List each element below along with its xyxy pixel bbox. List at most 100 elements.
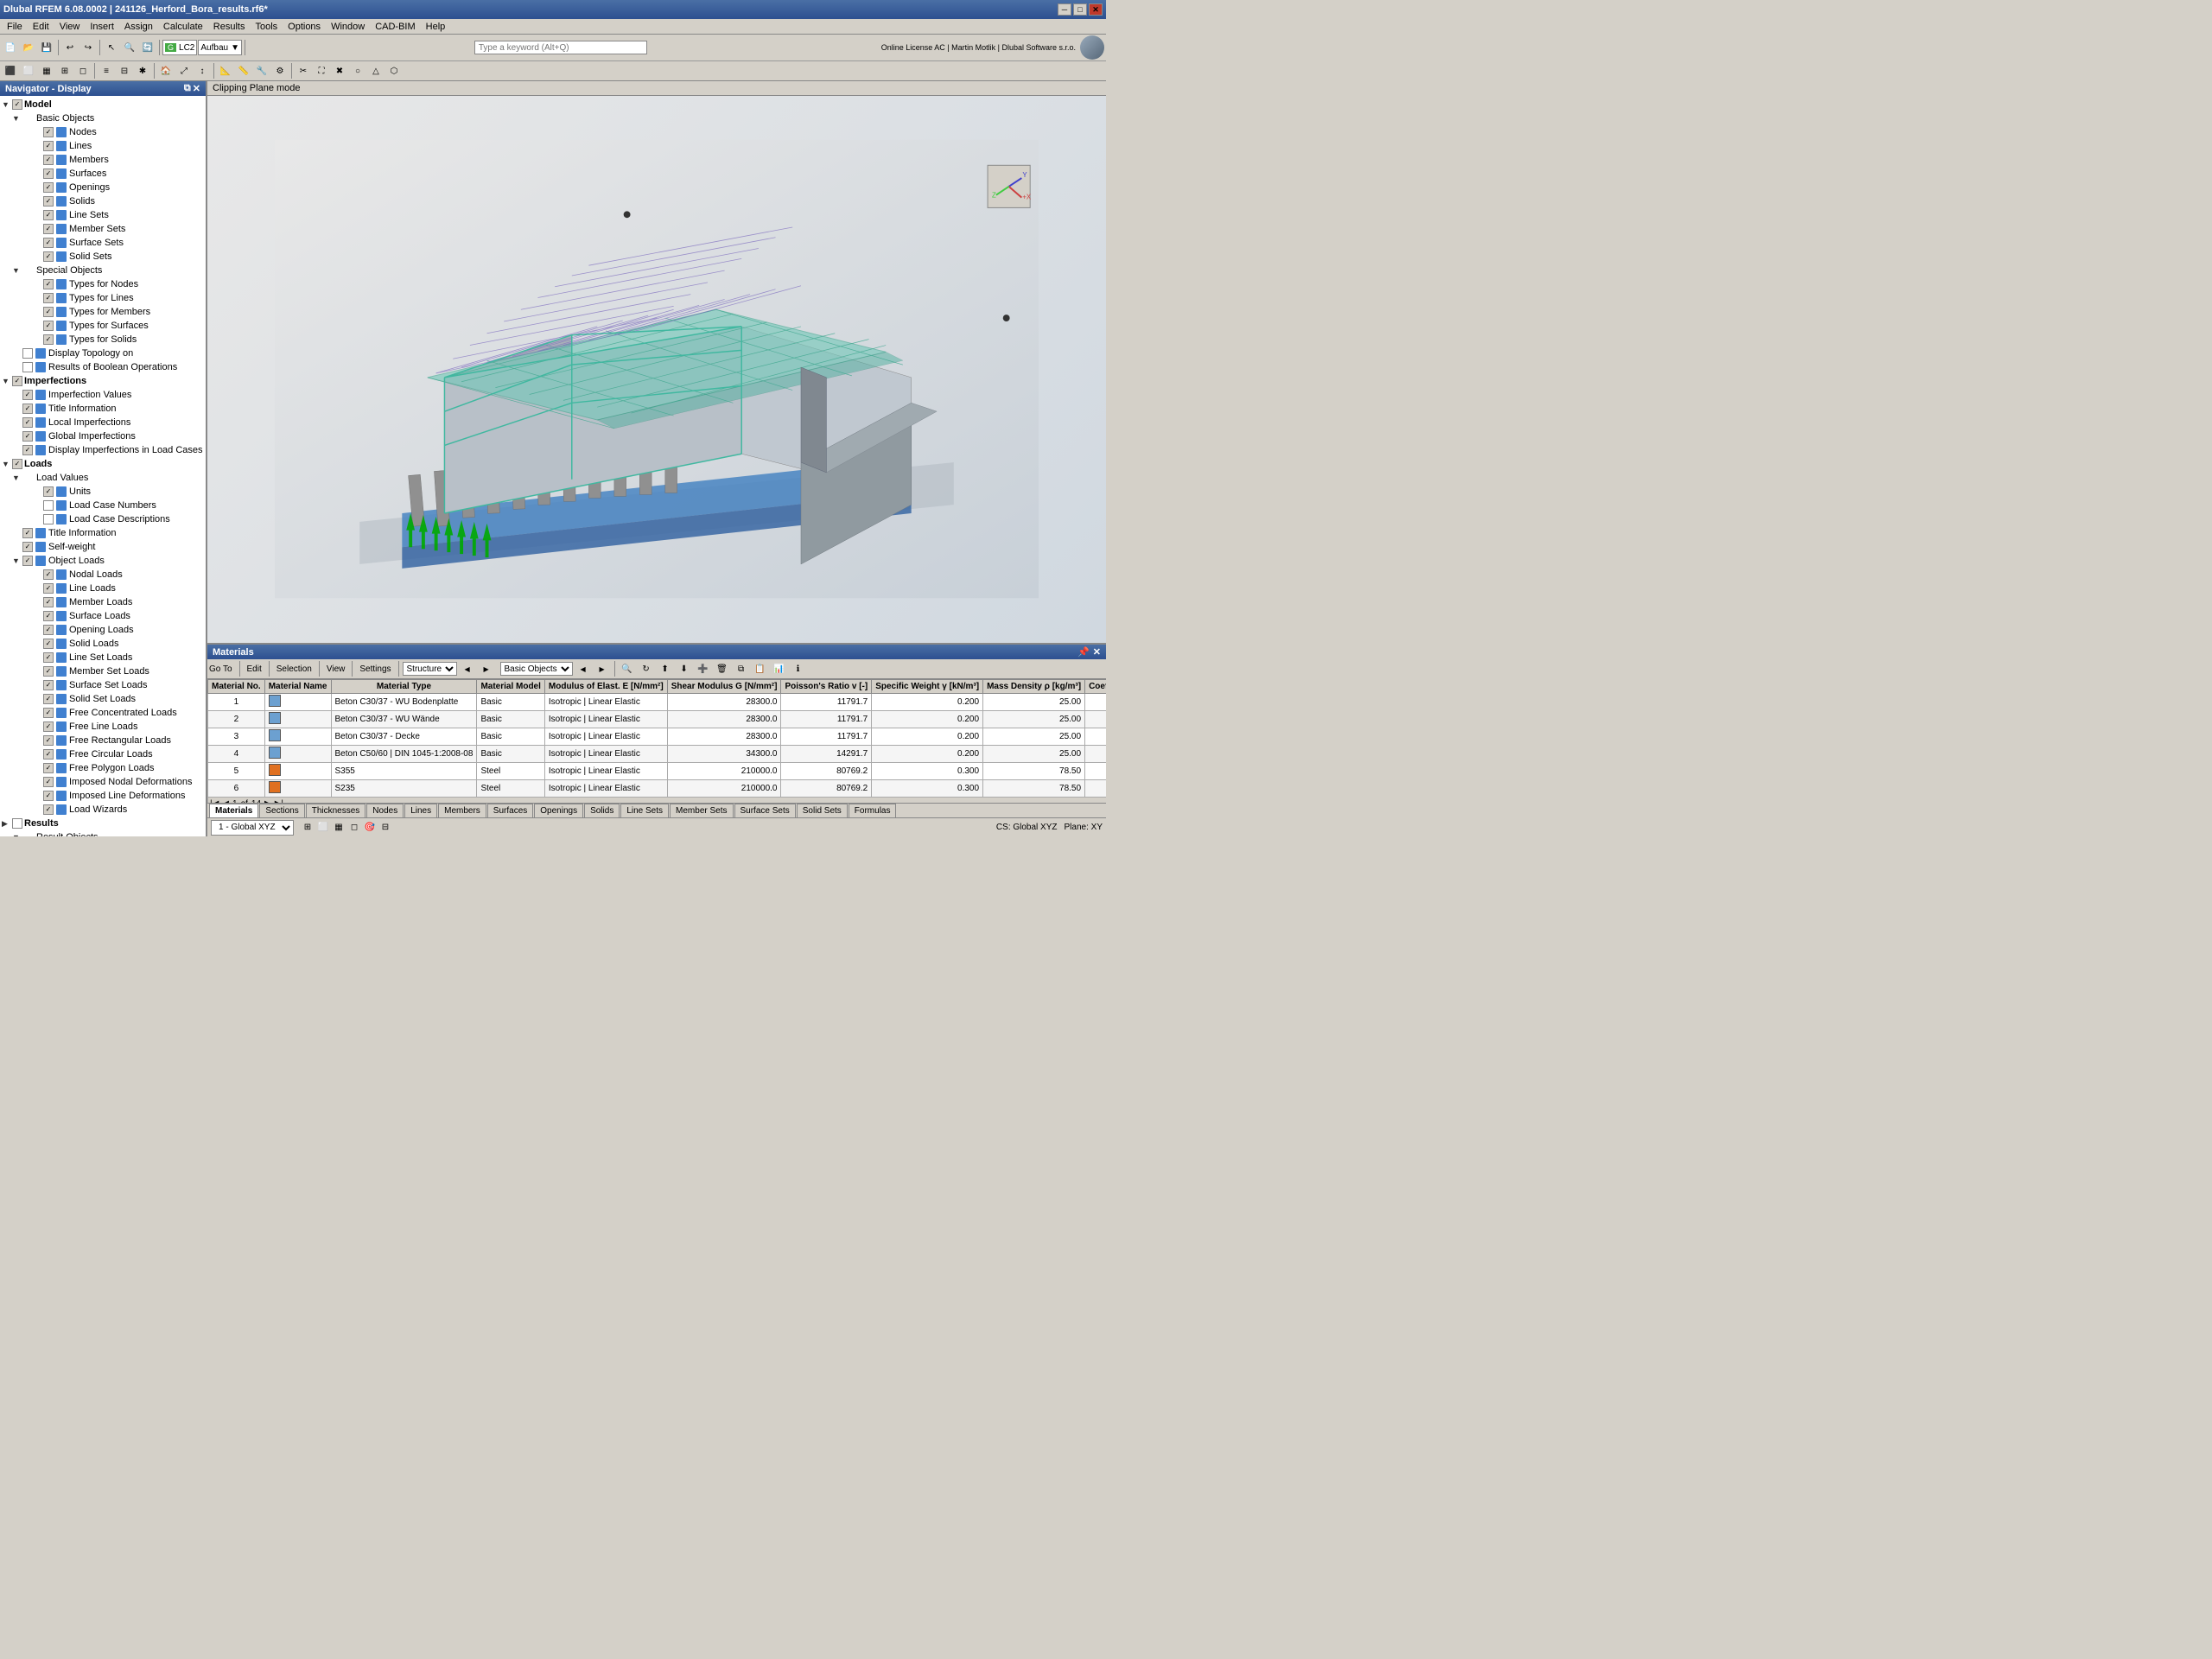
tree-item[interactable]: Types for Solids <box>12 333 204 346</box>
next-btn[interactable]: ▶ <box>478 660 495 677</box>
tab-members[interactable]: Members <box>438 804 486 817</box>
tree-checkbox[interactable] <box>22 362 33 372</box>
tab-formulas[interactable]: Formulas <box>849 804 897 817</box>
tree-checkbox[interactable] <box>22 542 33 552</box>
tb2-15[interactable]: ⚙ <box>271 62 289 79</box>
tab-nodes[interactable]: Nodes <box>366 804 404 817</box>
tree-checkbox[interactable] <box>22 404 33 414</box>
tree-item[interactable]: Line Sets <box>12 208 204 222</box>
tree-checkbox[interactable] <box>43 307 54 317</box>
filter-next-btn[interactable]: ▶ <box>594 660 611 677</box>
tree-checkbox[interactable] <box>43 694 54 704</box>
tree-checkbox[interactable] <box>22 431 33 442</box>
load-case-dropdown[interactable]: G LC2 <box>162 40 197 55</box>
tree-item[interactable]: Types for Surfaces <box>12 319 204 333</box>
menu-item-calculate[interactable]: Calculate <box>158 21 208 33</box>
table-row[interactable]: 3Beton C30/37 - DeckeBasicIsotropic | Li… <box>208 728 1107 746</box>
filter-prev-btn[interactable]: ◀ <box>575 660 592 677</box>
tree-imperfections-header[interactable]: ▼Imperfections <box>2 374 204 388</box>
tree-item[interactable]: ▼Object LoadsNodal LoadsLine LoadsMember… <box>2 554 204 817</box>
coord-system-select[interactable]: 1 - Global XYZ <box>211 820 294 836</box>
tree-checkbox[interactable] <box>43 680 54 690</box>
tree-item[interactable]: Free Concentrated Loads <box>12 706 204 720</box>
tree-item[interactable]: Types for Members <box>12 305 204 319</box>
tree-item[interactable]: Results of Boolean Operations <box>2 360 204 374</box>
settings-btn[interactable]: Settings <box>359 664 391 674</box>
tree-checkbox[interactable] <box>43 735 54 746</box>
tb2-12[interactable]: 📐 <box>217 62 234 79</box>
delete-row-btn[interactable]: 🗑 <box>714 660 731 677</box>
tree-checkbox[interactable] <box>43 500 54 511</box>
tree-item[interactable]: Member Set Loads <box>12 664 204 678</box>
menu-item-options[interactable]: Options <box>283 21 326 33</box>
tree-checkbox[interactable] <box>43 486 54 497</box>
load-group-dropdown[interactable]: Aufbau ▼ <box>198 40 242 55</box>
tree-item[interactable]: ▼Basic ObjectsNodesLinesMembersSurfacesO… <box>2 111 204 264</box>
tree-item[interactable]: Free Rectangular Loads <box>12 734 204 747</box>
tree-checkbox[interactable] <box>43 569 54 580</box>
status-icon6[interactable]: ⊟ <box>378 821 392 835</box>
tab-solids[interactable]: Solids <box>584 804 620 817</box>
tree-item[interactable]: Types for Nodes <box>12 277 204 291</box>
tree-checkbox[interactable] <box>43 238 54 248</box>
zoom-btn[interactable]: 🔍 <box>121 39 138 56</box>
tb2-5[interactable]: ◻ <box>74 62 92 79</box>
tab-openings[interactable]: Openings <box>534 804 583 817</box>
tb2-7[interactable]: ⊟ <box>116 62 133 79</box>
tree-item[interactable]: Title Information <box>2 402 204 416</box>
zoom-table-btn[interactable]: 🔍 <box>619 660 636 677</box>
tb2-6[interactable]: ≡ <box>98 62 115 79</box>
copy-btn[interactable]: ⧉ <box>733 660 750 677</box>
close-button[interactable]: ✕ <box>1089 3 1103 16</box>
tree-checkbox[interactable] <box>43 652 54 663</box>
tree-item[interactable]: Load Case Numbers <box>12 499 204 512</box>
tb2-2[interactable]: ⬜ <box>20 62 37 79</box>
prev-btn[interactable]: ◀ <box>459 660 476 677</box>
tree-checkbox[interactable] <box>43 155 54 165</box>
tree-item[interactable]: Imposed Nodal Deformations <box>12 775 204 789</box>
tree-checkbox[interactable] <box>43 639 54 649</box>
tree-item[interactable]: Solid Loads <box>12 637 204 651</box>
select-btn[interactable]: ↖ <box>103 39 120 56</box>
objects-filter[interactable]: Basic Objects <box>500 662 573 676</box>
table-row[interactable]: 6S235SteelIsotropic | Linear Elastic2100… <box>208 780 1107 798</box>
refresh-btn[interactable]: ↻ <box>638 660 655 677</box>
tree-checkbox[interactable] <box>43 721 54 732</box>
menu-item-file[interactable]: File <box>2 21 28 33</box>
tree-results-header[interactable]: ▶Results <box>2 817 204 830</box>
view-btn[interactable]: View <box>327 664 346 674</box>
tree-checkbox[interactable] <box>43 777 54 787</box>
maximize-button[interactable]: □ <box>1073 3 1087 16</box>
tab-materials[interactable]: Materials <box>209 804 258 817</box>
tree-checkbox[interactable] <box>43 334 54 345</box>
tree-item[interactable]: Load Case Descriptions <box>12 512 204 526</box>
rotate-btn[interactable]: 🔄 <box>139 39 156 56</box>
tree-checkbox[interactable] <box>22 445 33 455</box>
tb2-8[interactable]: ✱ <box>134 62 151 79</box>
tree-item[interactable]: Imperfection Values <box>2 388 204 402</box>
tb2-10[interactable]: ⤢ <box>175 62 193 79</box>
menu-item-assign[interactable]: Assign <box>119 21 158 33</box>
imp-checkbox[interactable] <box>12 376 22 386</box>
chart-btn[interactable]: 📊 <box>771 660 788 677</box>
tree-item[interactable]: Display Imperfections in Load Cases & Co… <box>2 443 204 457</box>
tree-item[interactable]: Load Wizards <box>12 803 204 817</box>
tb2-9[interactable]: 🏠 <box>157 62 175 79</box>
tree-item[interactable]: Surface Sets <box>12 236 204 250</box>
menu-item-cad-bim[interactable]: CAD-BIM <box>370 21 420 33</box>
results-checkbox[interactable] <box>12 818 22 829</box>
goto-btn[interactable]: Go To <box>209 664 232 674</box>
tab-sections[interactable]: Sections <box>259 804 304 817</box>
tree-checkbox[interactable] <box>43 224 54 234</box>
tree-item[interactable]: Member Loads <box>12 595 204 609</box>
tree-item[interactable]: Lines <box>12 139 204 153</box>
export-btn[interactable]: ⬆ <box>657 660 674 677</box>
new-btn[interactable]: 📄 <box>2 39 19 56</box>
tb2-4[interactable]: ⊞ <box>56 62 73 79</box>
tree-item[interactable]: Title Information <box>2 526 204 540</box>
table-row[interactable]: 1Beton C30/37 - WU BodenplatteBasicIsotr… <box>208 694 1107 711</box>
tree-item[interactable]: Surface Set Loads <box>12 678 204 692</box>
menu-item-help[interactable]: Help <box>421 21 451 33</box>
tree-checkbox[interactable] <box>22 348 33 359</box>
tree-item[interactable]: Free Circular Loads <box>12 747 204 761</box>
